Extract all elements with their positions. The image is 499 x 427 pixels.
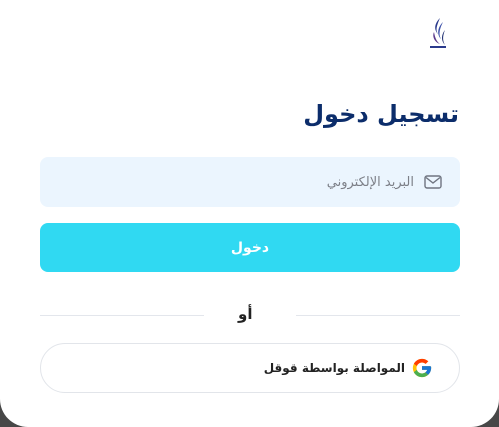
- divider-line-left: [40, 315, 204, 316]
- divider-line-right: [296, 315, 460, 316]
- login-card: تسجيل دخول دخول أو المواصلة بواسطة قوقل: [0, 0, 499, 427]
- google-signin-button[interactable]: المواصلة بواسطة قوقل: [40, 343, 460, 393]
- logo-mark-icon: [430, 18, 446, 48]
- page-title: تسجيل دخول: [303, 100, 459, 128]
- google-signin-label: المواصلة بواسطة قوقل: [263, 361, 405, 375]
- mail-icon: [424, 175, 442, 189]
- email-field[interactable]: [40, 157, 460, 207]
- google-icon: [412, 358, 432, 378]
- email-input[interactable]: [84, 174, 414, 190]
- organization-logo: [417, 16, 459, 64]
- login-button[interactable]: دخول: [40, 223, 460, 272]
- divider-or-text: أو: [238, 305, 253, 323]
